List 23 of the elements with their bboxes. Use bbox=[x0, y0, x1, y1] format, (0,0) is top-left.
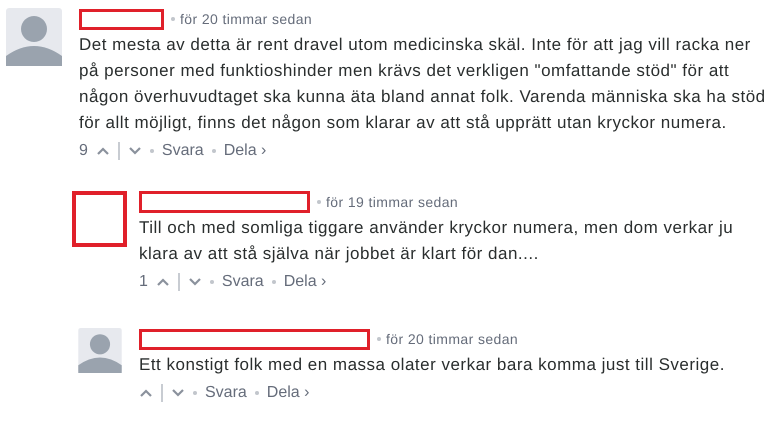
share-link[interactable]: Dela › bbox=[284, 273, 326, 291]
reply-link[interactable]: Svara bbox=[162, 142, 204, 160]
reply-link[interactable]: Svara bbox=[222, 273, 264, 291]
downvote-icon[interactable] bbox=[171, 388, 185, 398]
upvote-icon[interactable] bbox=[96, 146, 110, 156]
share-link[interactable]: Dela › bbox=[224, 142, 266, 160]
comment-text: Det mesta av detta är rent dravel utom medicinska skäl. Inte för att jag vill racka ner på personer med funktioshinder men krävs det verkligen "omfattande stöd" för att någon överhuvudtaget ska kunna äta bland annat folk. Varenda människa ska ha stöd för allt möjligt, finns det någon som klarar av att stå upprätt utan kryckor numera. bbox=[79, 34, 767, 134]
upvote-icon[interactable] bbox=[139, 388, 153, 398]
downvote-icon[interactable] bbox=[188, 277, 202, 287]
vote-count: 9 bbox=[79, 142, 88, 160]
comment-time[interactable]: för 20 timmar sedan bbox=[386, 331, 518, 347]
comment-text: Till och med somliga tiggare använder kryckor numera, men dom verkar ju klara av att stå själva när jobbet är klart för dan.... bbox=[139, 217, 734, 265]
vote-count: 1 bbox=[139, 273, 148, 291]
downvote-icon[interactable] bbox=[128, 146, 142, 156]
redaction-box bbox=[72, 191, 127, 247]
reply-link[interactable]: Svara bbox=[205, 384, 247, 402]
comment-time[interactable]: för 19 timmar sedan bbox=[326, 194, 458, 210]
avatar-icon bbox=[6, 8, 62, 66]
comment-time[interactable]: för 20 timmar sedan bbox=[180, 11, 312, 27]
upvote-icon[interactable] bbox=[156, 277, 170, 287]
avatar-icon bbox=[78, 328, 122, 373]
comment-text: Ett konstigt folk med en massa olater verkar bara komma just till Sverige. bbox=[139, 354, 726, 376]
share-link[interactable]: Dela › bbox=[266, 384, 310, 402]
